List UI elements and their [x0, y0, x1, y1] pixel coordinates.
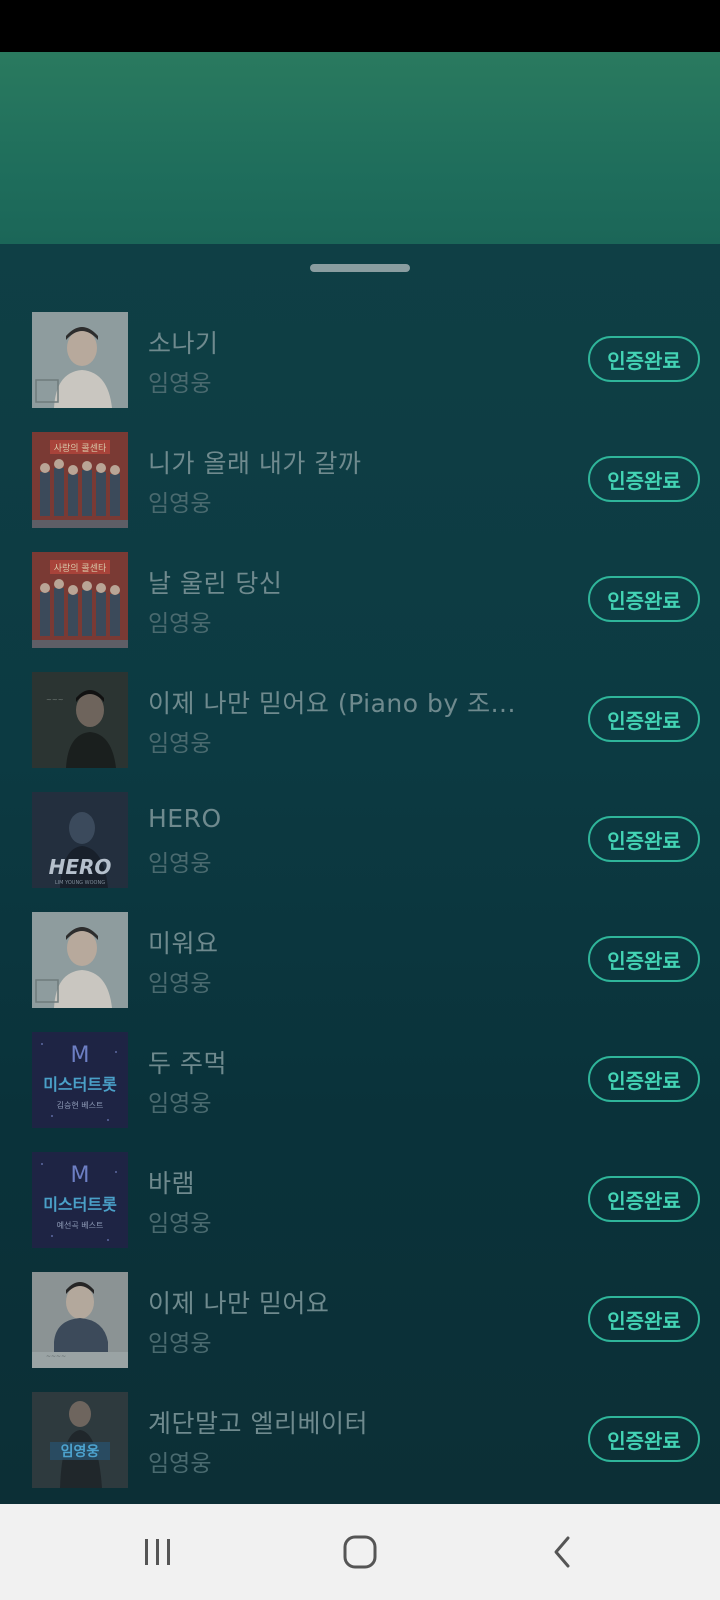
- verified-button[interactable]: 인증완료: [588, 816, 700, 862]
- song-artist: 임영웅: [148, 1451, 212, 1477]
- verified-button[interactable]: 인증완료: [588, 696, 700, 742]
- song-title: 미워요: [148, 929, 219, 958]
- song-title: 계단말고 엘리베이터: [148, 1409, 368, 1438]
- home-icon[interactable]: [330, 1532, 390, 1572]
- player-header-area: [0, 52, 720, 244]
- album-art-thumbnail: [32, 912, 128, 1008]
- verified-button[interactable]: 인증완료: [588, 1416, 700, 1462]
- svg-text:LIM YOUNG WOONG: LIM YOUNG WOONG: [55, 880, 105, 886]
- song-row[interactable]: 소나기임영웅 인증완료: [0, 312, 720, 432]
- album-art-thumbnail: 임영웅: [32, 1392, 128, 1488]
- svg-text:M: M: [71, 1163, 90, 1188]
- sheet-drag-handle[interactable]: [310, 264, 410, 272]
- song-row[interactable]: 사랑의 콜센타 니가 올래 내가 갈까임영웅 인증완료: [0, 432, 720, 552]
- song-row[interactable]: 미워요임영웅 인증완료: [0, 912, 720, 1032]
- svg-text:M: M: [71, 1043, 90, 1068]
- album-art-thumbnail: M 미스터트롯 예선곡 베스트: [32, 1152, 128, 1248]
- song-artist: 임영웅: [148, 371, 212, 397]
- song-title: 니가 올래 내가 갈까: [148, 449, 362, 478]
- svg-text:미스터트롯: 미스터트롯: [43, 1075, 117, 1094]
- svg-text:사랑의 콜센타: 사랑의 콜센타: [54, 562, 107, 574]
- svg-text:사랑의 콜센타: 사랑의 콜센타: [54, 442, 107, 454]
- song-artist: 임영웅: [148, 1091, 212, 1117]
- song-title: 날 울린 당신: [148, 569, 283, 598]
- album-art-thumbnail: HERO LIM YOUNG WOONG: [32, 792, 128, 888]
- song-row[interactable]: ~~~ 이제 나만 믿어요 (Piano by 조... 임영웅 인증완료: [0, 672, 720, 792]
- verified-button[interactable]: 인증완료: [588, 1176, 700, 1222]
- song-artist: 임영웅: [148, 971, 212, 997]
- back-icon[interactable]: [532, 1532, 592, 1572]
- song-artist: 임영웅: [148, 851, 212, 877]
- song-artist: 임영웅: [148, 1331, 212, 1357]
- song-artist: 임영웅: [148, 731, 212, 757]
- song-title: 소나기: [148, 329, 219, 358]
- navigation-bar: [0, 1504, 720, 1600]
- album-art-thumbnail: 사랑의 콜센타: [32, 432, 128, 528]
- album-art-thumbnail: ~~~~: [32, 1272, 128, 1368]
- svg-text:예선곡 베스트: 예선곡 베스트: [57, 1220, 104, 1230]
- song-row[interactable]: ~~~~ 이제 나만 믿어요임영웅 인증완료: [0, 1272, 720, 1392]
- verified-button[interactable]: 인증완료: [588, 1056, 700, 1102]
- status-bar: [0, 0, 720, 52]
- album-art-thumbnail: 사랑의 콜센타: [32, 552, 128, 648]
- recents-icon[interactable]: [128, 1532, 188, 1572]
- verified-button[interactable]: 인증완료: [588, 936, 700, 982]
- album-art-thumbnail: ~~~: [32, 672, 128, 768]
- song-title: 이제 나만 믿어요: [148, 1289, 330, 1318]
- album-art-thumbnail: [32, 312, 128, 408]
- song-list: 소나기 임영웅 인증완료 사랑의 콜센타 니가 올래 내가 갈까 임영웅 인증완료 사랑…: [0, 312, 720, 1512]
- album-art-thumbnail: M 미스터트롯 김승현 베스트: [32, 1032, 128, 1128]
- song-artist: 임영웅: [148, 491, 212, 517]
- svg-text:~~~: ~~~: [46, 696, 64, 704]
- svg-text:~~~~: ~~~~: [46, 1353, 66, 1360]
- song-title: 이제 나만 믿어요 (Piano by 조...: [148, 689, 516, 718]
- song-artist: 임영웅: [148, 611, 212, 637]
- song-artist: 임영웅: [148, 1211, 212, 1237]
- svg-text:김승현 베스트: 김승현 베스트: [57, 1100, 104, 1110]
- verified-button[interactable]: 인증완료: [588, 336, 700, 382]
- svg-text:미스터트롯: 미스터트롯: [43, 1195, 117, 1214]
- song-list-sheet: 소나기 임영웅 인증완료 사랑의 콜센타 니가 올래 내가 갈까 임영웅 인증완료 사랑…: [0, 244, 720, 1504]
- song-row[interactable]: M 미스터트롯 예선곡 베스트 바램임영웅 인증완료: [0, 1152, 720, 1272]
- song-row[interactable]: 사랑의 콜센타 날 울린 당신임영웅 인증완료: [0, 552, 720, 672]
- song-row[interactable]: 임영웅 계단말고 엘리베이터임영웅 인증완료: [0, 1392, 720, 1512]
- song-title: 두 주먹: [148, 1049, 227, 1078]
- svg-text:HERO: HERO: [49, 855, 112, 879]
- song-title: HERO: [148, 804, 222, 833]
- verified-button[interactable]: 인증완료: [588, 456, 700, 502]
- svg-text:임영웅: 임영웅: [61, 1443, 100, 1460]
- song-row[interactable]: HERO LIM YOUNG WOONG HERO 임영웅 인증완료: [0, 792, 720, 912]
- verified-button[interactable]: 인증완료: [588, 576, 700, 622]
- verified-button[interactable]: 인증완료: [588, 1296, 700, 1342]
- song-row[interactable]: M 미스터트롯 김승현 베스트 두 주먹임영웅 인증완료: [0, 1032, 720, 1152]
- song-title: 바램: [148, 1169, 196, 1198]
